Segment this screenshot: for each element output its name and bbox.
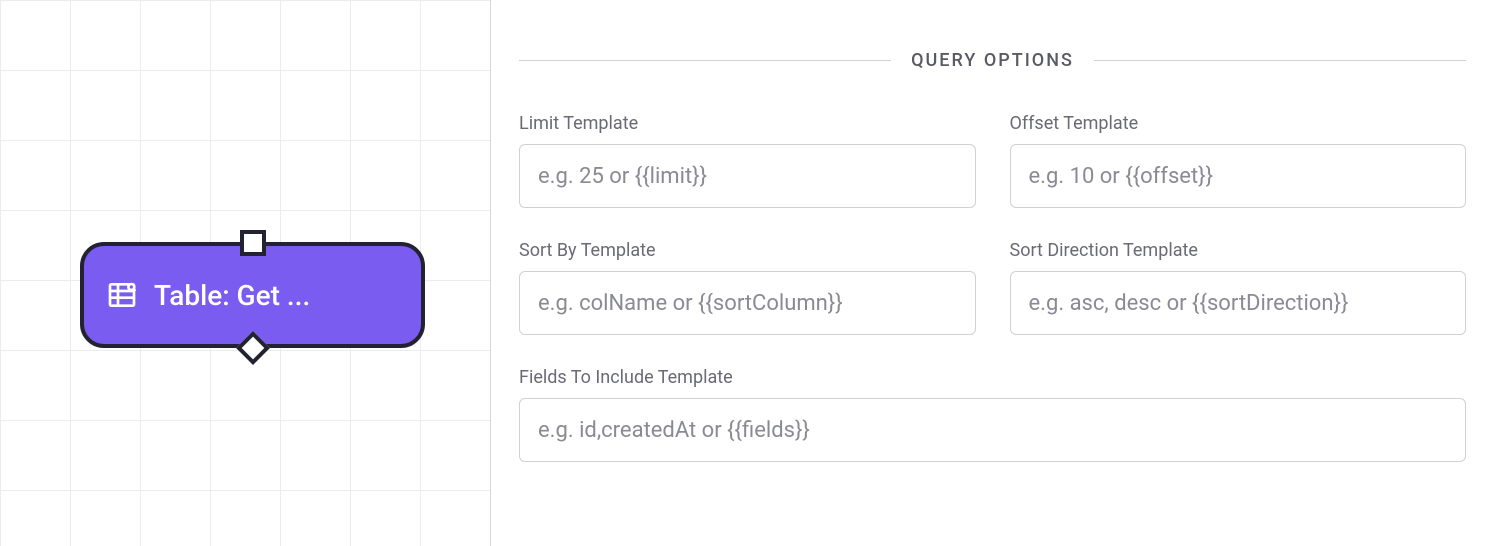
sort-by-template-field: Sort By Template (519, 240, 976, 335)
offset-template-label: Offset Template (1010, 113, 1467, 134)
offset-template-input[interactable] (1010, 144, 1467, 208)
node-output-handle[interactable] (236, 331, 270, 365)
query-options-panel: QUERY OPTIONS Limit Template Offset Temp… (491, 0, 1494, 546)
sort-direction-template-label: Sort Direction Template (1010, 240, 1467, 261)
limit-template-input[interactable] (519, 144, 976, 208)
offset-template-field: Offset Template (1010, 113, 1467, 208)
sort-by-template-label: Sort By Template (519, 240, 976, 261)
divider-right (1094, 60, 1466, 61)
section-header: QUERY OPTIONS (519, 50, 1466, 71)
table-get-node[interactable]: Table: Get ... (80, 242, 425, 348)
fields-include-template-label: Fields To Include Template (519, 367, 1466, 388)
divider-left (519, 60, 891, 61)
node-label: Table: Get ... (154, 279, 310, 312)
node-input-handle[interactable] (240, 230, 266, 256)
table-icon (106, 279, 138, 311)
fields-include-template-input[interactable] (519, 398, 1466, 462)
sort-direction-template-field: Sort Direction Template (1010, 240, 1467, 335)
section-title: QUERY OPTIONS (891, 50, 1094, 71)
sort-direction-template-input[interactable] (1010, 271, 1467, 335)
limit-template-field: Limit Template (519, 113, 976, 208)
limit-template-label: Limit Template (519, 113, 976, 134)
sort-by-template-input[interactable] (519, 271, 976, 335)
fields-include-template-field: Fields To Include Template (519, 367, 1466, 462)
workflow-canvas[interactable]: Table: Get ... (0, 0, 491, 546)
